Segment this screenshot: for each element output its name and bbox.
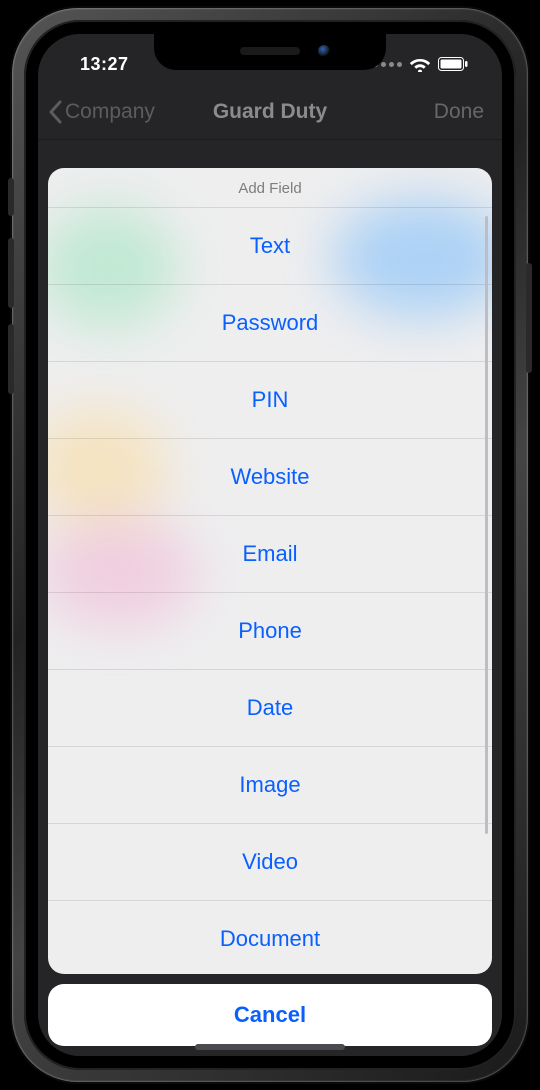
option-video[interactable]: Video	[48, 823, 492, 900]
phone-frame: 13:27 Company Guard Duty Done	[12, 8, 528, 1082]
action-sheet-scroll[interactable]: Text Password PIN Website Email Phone Da…	[48, 207, 492, 974]
power-button[interactable]	[526, 263, 532, 373]
option-date[interactable]: Date	[48, 669, 492, 746]
mute-switch[interactable]	[8, 178, 14, 216]
earpiece	[240, 47, 300, 55]
volume-up-button[interactable]	[8, 238, 14, 308]
battery-icon	[438, 57, 468, 71]
screen: 13:27 Company Guard Duty Done	[38, 34, 502, 1056]
option-email[interactable]: Email	[48, 515, 492, 592]
option-document[interactable]: Document	[48, 900, 492, 974]
wifi-icon	[409, 56, 431, 72]
option-image[interactable]: Image	[48, 746, 492, 823]
action-sheet: Add Field Text Password PIN Website Emai…	[48, 168, 492, 1046]
action-sheet-title: Add Field	[48, 168, 492, 207]
home-indicator[interactable]	[195, 1044, 345, 1050]
cancel-button[interactable]: Cancel	[48, 984, 492, 1046]
option-website[interactable]: Website	[48, 438, 492, 515]
status-time: 13:27	[66, 44, 129, 75]
option-pin[interactable]: PIN	[48, 361, 492, 438]
action-sheet-panel: Add Field Text Password PIN Website Emai…	[48, 168, 492, 974]
scrollbar-indicator	[485, 216, 488, 834]
option-password[interactable]: Password	[48, 284, 492, 361]
notch	[154, 34, 386, 70]
option-text[interactable]: Text	[48, 207, 492, 284]
volume-down-button[interactable]	[8, 324, 14, 394]
option-phone[interactable]: Phone	[48, 592, 492, 669]
front-camera	[318, 45, 330, 57]
